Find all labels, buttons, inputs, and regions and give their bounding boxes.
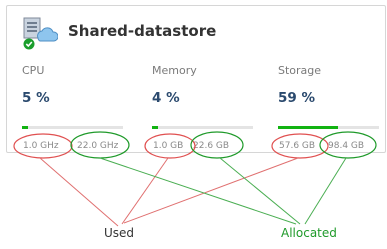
allocated-pointer-line: [219, 157, 301, 225]
used-pointer-line: [39, 157, 119, 227]
used-pointer-line: [123, 157, 299, 224]
annotation-overlay: [13, 131, 377, 227]
allocated-pointer-line: [304, 157, 347, 225]
used-highlight-circle: [144, 133, 196, 159]
allocated-annotation: [70, 131, 377, 225]
allocated-highlight-circle: [70, 131, 130, 159]
used-legend-label: Used: [104, 226, 135, 240]
allocated-highlight-circle: [190, 131, 244, 159]
used-annotation: [13, 133, 329, 227]
allocated-legend-label: Allocated: [281, 226, 337, 240]
used-highlight-circle: [13, 133, 73, 159]
